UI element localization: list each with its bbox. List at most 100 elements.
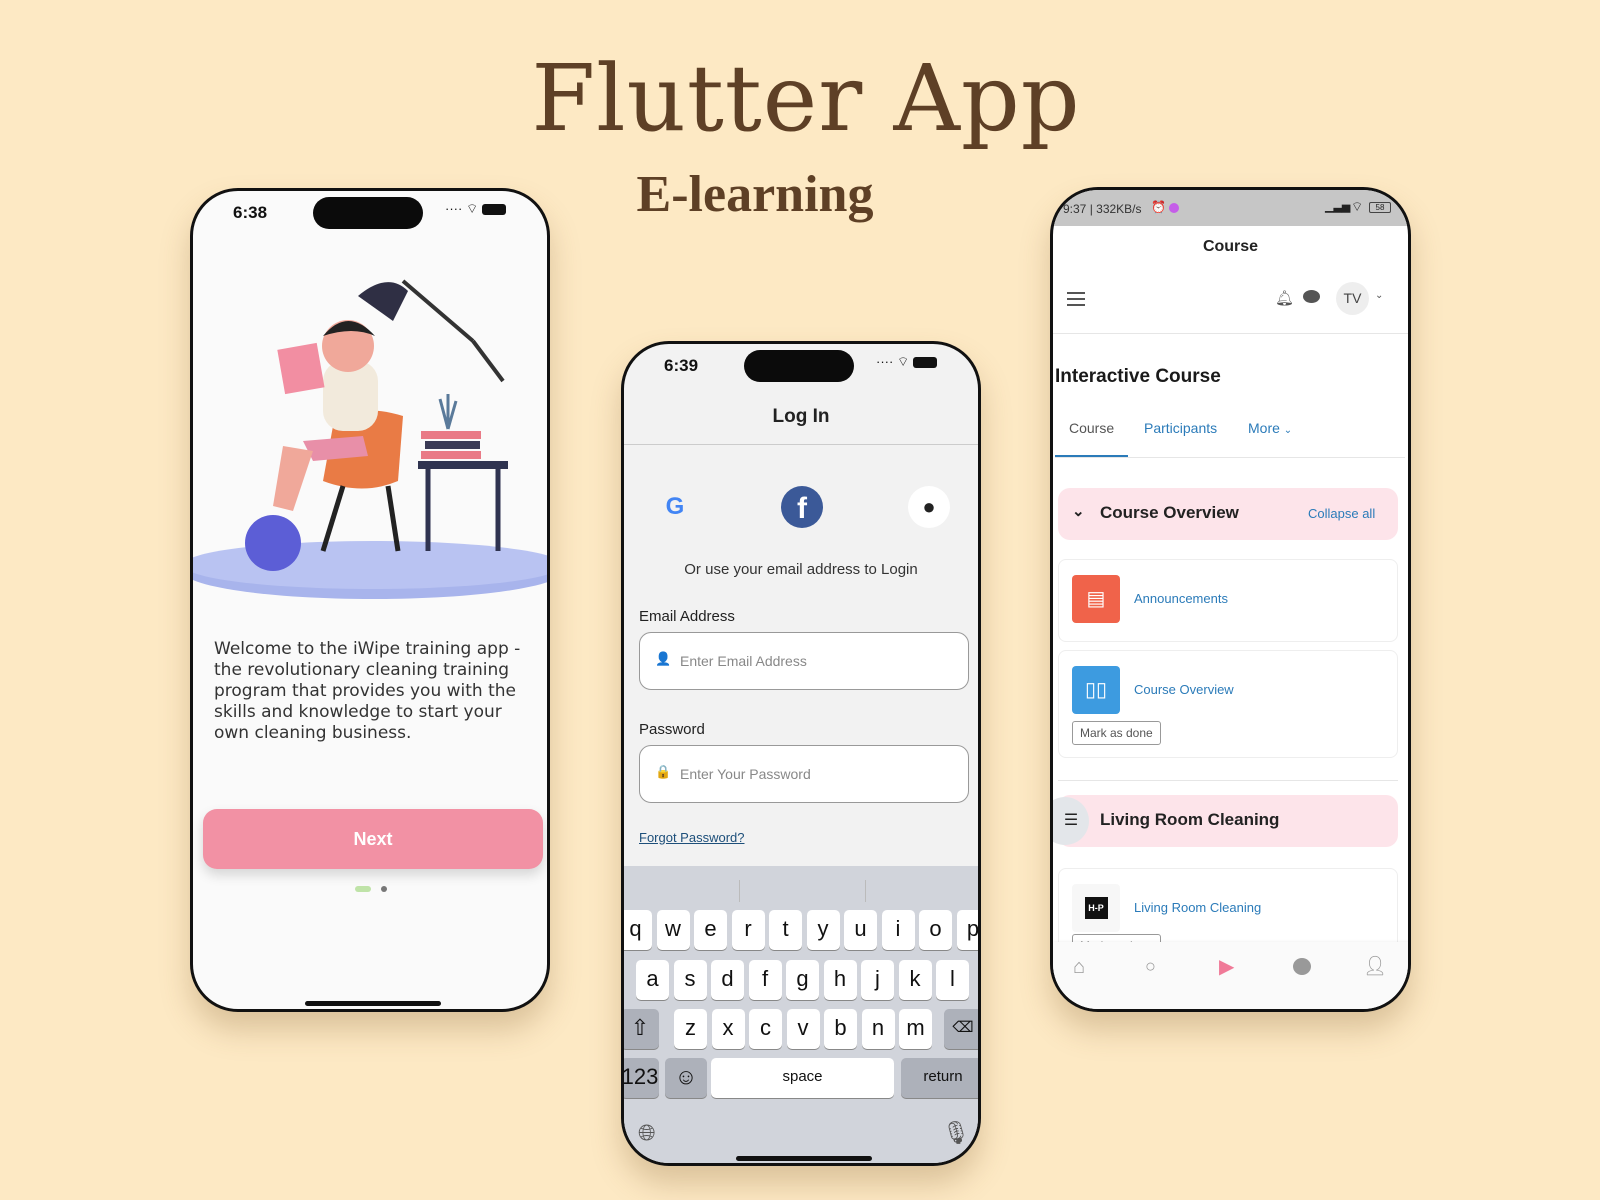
- password-input[interactable]: [680, 746, 960, 802]
- page-dot-active[interactable]: [355, 886, 371, 892]
- key-c[interactable]: c: [749, 1009, 782, 1049]
- person-icon: 👤: [655, 651, 672, 666]
- numbers-key[interactable]: 123: [624, 1058, 659, 1098]
- chat-icon[interactable]: [1293, 958, 1311, 975]
- status-time: 6:39: [664, 356, 699, 375]
- activity-link[interactable]: Course Overview: [1134, 682, 1234, 697]
- key-h[interactable]: h: [823, 960, 857, 1000]
- alarm-icon: ⏰: [1151, 200, 1166, 214]
- chat-bubble-icon[interactable]: [1303, 290, 1320, 303]
- page-dot[interactable]: [381, 886, 387, 892]
- mark-as-done-button[interactable]: Mark as done: [1072, 721, 1161, 745]
- key-z[interactable]: z: [674, 1009, 707, 1049]
- key-y[interactable]: y: [806, 910, 840, 950]
- chevron-down-icon[interactable]: ⌄: [1375, 290, 1383, 301]
- course-title: Interactive Course: [1055, 366, 1221, 387]
- wifi-icon: ⌔: [465, 201, 479, 216]
- header-title: Course: [1202, 238, 1259, 255]
- backspace-key[interactable]: ⌫: [944, 1009, 978, 1049]
- shift-key[interactable]: ⇧: [624, 1009, 659, 1049]
- key-b[interactable]: b: [824, 1009, 857, 1049]
- tab-more[interactable]: More ⌄: [1248, 420, 1292, 436]
- collapse-all-link[interactable]: Collapse all: [1308, 506, 1375, 521]
- login-title: Log In: [772, 406, 830, 427]
- keyboard: q w e r t y u i o p a s d f g h j k l ⇧ z x c v b n m ⌫ 123 ☺ space ret…: [624, 866, 978, 1163]
- android-status-bar: 9:37 | 332KB/s ⏰ ▁▃▅ ⌔ 58: [1053, 190, 1408, 226]
- space-key[interactable]: space: [711, 1058, 894, 1098]
- home-indicator: [736, 1156, 872, 1161]
- key-q[interactable]: q: [624, 910, 652, 950]
- key-w[interactable]: w: [656, 910, 690, 950]
- microphone-icon[interactable]: 🎙︎: [942, 1120, 970, 1146]
- key-t[interactable]: t: [769, 910, 802, 950]
- book-icon: ▯▯: [1072, 666, 1120, 714]
- activity-announcements[interactable]: ▤ Announcements: [1058, 559, 1398, 642]
- activity-link[interactable]: Living Room Cleaning: [1134, 900, 1261, 915]
- status-time: 6:38: [233, 203, 268, 222]
- key-e[interactable]: e: [694, 910, 727, 950]
- play-icon[interactable]: ▶: [1219, 954, 1234, 979]
- return-key[interactable]: return: [901, 1058, 978, 1098]
- reading-illustration: [193, 279, 547, 599]
- tab-course[interactable]: Course: [1069, 420, 1114, 436]
- menu-icon[interactable]: [1067, 292, 1085, 306]
- dynamic-island: [313, 197, 423, 229]
- wifi-icon: ⌔: [896, 354, 910, 369]
- globe-icon[interactable]: 🌐︎: [638, 1120, 656, 1146]
- facebook-icon[interactable]: f: [781, 486, 823, 528]
- welcome-text: Welcome to the iWipe training app - the …: [214, 639, 521, 743]
- key-n[interactable]: n: [861, 1009, 895, 1049]
- announcement-icon: ▤: [1072, 575, 1120, 623]
- key-u[interactable]: u: [844, 910, 877, 950]
- key-r[interactable]: r: [731, 910, 765, 950]
- key-v[interactable]: v: [786, 1009, 820, 1049]
- email-input[interactable]: [680, 633, 960, 689]
- email-field[interactable]: 👤: [639, 632, 969, 690]
- key-l[interactable]: l: [936, 960, 969, 1000]
- status-icons: ···· ⌔: [876, 354, 937, 370]
- section-title: Living Room Cleaning: [1100, 810, 1280, 829]
- page-title: Flutter App: [531, 45, 1081, 152]
- key-o[interactable]: o: [919, 910, 952, 950]
- activity-link[interactable]: Announcements: [1134, 591, 1228, 606]
- key-j[interactable]: j: [861, 960, 894, 1000]
- dynamic-island: [744, 350, 854, 382]
- activity-course-overview[interactable]: ▯▯ Course Overview Mark as done: [1058, 650, 1398, 758]
- key-a[interactable]: a: [636, 960, 669, 1000]
- section-course-overview[interactable]: ⌄ Course Overview Collapse all: [1058, 488, 1398, 540]
- bottom-nav: ⌂ ○ ▶ 👤︎: [1053, 942, 1408, 1009]
- forgot-password-link[interactable]: Forgot Password?: [639, 830, 745, 845]
- password-field[interactable]: 🔒: [639, 745, 969, 803]
- tab-participants[interactable]: Participants: [1144, 420, 1217, 436]
- signal-icon: ▁▃▅: [1325, 201, 1351, 213]
- apple-icon[interactable]: ●: [908, 486, 950, 528]
- key-i[interactable]: i: [881, 910, 915, 950]
- battery-icon: 58: [1369, 202, 1391, 213]
- key-g[interactable]: g: [786, 960, 819, 1000]
- chevron-down-icon: ⌄: [1283, 425, 1293, 436]
- email-label: Email Address: [639, 608, 735, 625]
- emoji-key[interactable]: ☺: [665, 1058, 707, 1098]
- google-icon[interactable]: G: [654, 486, 696, 528]
- section-title: Course Overview: [1100, 503, 1239, 522]
- login-phone: 6:39 ···· ⌔ Log In G f ● Or use your ema…: [621, 341, 981, 1166]
- key-m[interactable]: m: [899, 1009, 932, 1049]
- bell-icon[interactable]: 🔔︎: [1275, 289, 1294, 307]
- key-p[interactable]: p: [956, 910, 978, 950]
- key-k[interactable]: k: [898, 960, 932, 1000]
- profile-icon[interactable]: 👤︎: [1363, 954, 1387, 978]
- next-button[interactable]: Next: [203, 809, 543, 869]
- search-icon[interactable]: ○: [1145, 956, 1156, 977]
- home-icon[interactable]: ⌂: [1073, 956, 1085, 979]
- key-s[interactable]: s: [673, 960, 707, 1000]
- section-living-room[interactable]: Living Room Cleaning: [1058, 795, 1398, 847]
- status-text: 9:37 | 332KB/s: [1063, 202, 1142, 216]
- chevron-down-icon[interactable]: ⌄: [1072, 502, 1085, 520]
- key-x[interactable]: x: [711, 1009, 745, 1049]
- key-d[interactable]: d: [711, 960, 744, 1000]
- alt-login-text: Or use your email address to Login: [684, 561, 918, 578]
- key-f[interactable]: f: [748, 960, 782, 1000]
- hp-logo-mark: H-P: [1084, 897, 1108, 919]
- avatar[interactable]: TV: [1336, 282, 1369, 315]
- password-label: Password: [639, 721, 705, 738]
